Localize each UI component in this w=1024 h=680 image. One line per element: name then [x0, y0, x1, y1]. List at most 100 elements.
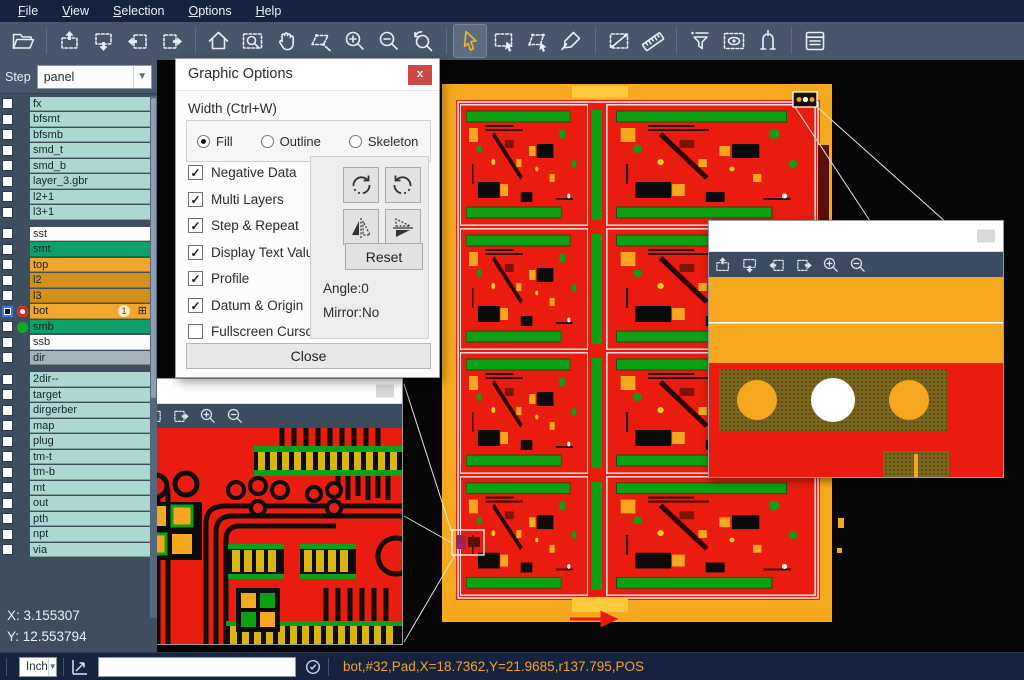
layer-checkbox[interactable]: [2, 321, 13, 332]
layer-checkbox[interactable]: [2, 405, 13, 416]
layer-name[interactable]: ssb: [30, 335, 150, 350]
layer-checkbox[interactable]: [2, 129, 13, 140]
layer-name[interactable]: smd_t: [30, 143, 150, 158]
layer-name[interactable]: l3+1: [30, 205, 150, 220]
layer-row-pth[interactable]: pth: [0, 511, 150, 527]
layer-name[interactable]: tm-t: [30, 450, 150, 465]
pan-right-icon[interactable]: [794, 255, 814, 275]
layer-name[interactable]: bot1⊞: [30, 304, 150, 319]
zoom-window-top-right[interactable]: [708, 220, 1004, 478]
layer-checkbox[interactable]: [2, 191, 13, 202]
layer-name[interactable]: l2: [30, 273, 150, 288]
layer-name[interactable]: l2+1: [30, 190, 150, 205]
layer-row-layer_3.gbr[interactable]: layer_3.gbr: [0, 174, 150, 190]
checkbox-box[interactable]: ✓: [188, 245, 203, 260]
layer-checkbox[interactable]: [2, 389, 13, 400]
step-select[interactable]: panel ▼: [37, 65, 152, 89]
layer-checkbox[interactable]: [2, 160, 13, 171]
pan-down-icon[interactable]: [88, 25, 120, 57]
zoom-object-icon[interactable]: [305, 25, 337, 57]
pan-hand-icon[interactable]: [271, 25, 303, 57]
layer-name[interactable]: bfsmt: [30, 112, 150, 127]
checkbox-display-text-value[interactable]: ✓Display Text Value: [188, 245, 321, 260]
layer-row-sst[interactable]: sst: [0, 226, 150, 242]
layer-name[interactable]: plug: [30, 434, 150, 449]
layer-checkbox[interactable]: [2, 498, 13, 509]
unit-select[interactable]: Inch ▼: [19, 657, 57, 677]
mirror-horizontal-button[interactable]: [343, 209, 379, 245]
checkbox-box[interactable]: ✓: [188, 271, 203, 286]
layer-name[interactable]: dir: [30, 351, 150, 366]
highlight-view-icon[interactable]: [718, 25, 750, 57]
zoom-window-titlebar[interactable]: [709, 221, 1003, 252]
ruler-icon[interactable]: [637, 25, 669, 57]
zoom-window-icon[interactable]: [237, 25, 269, 57]
layer-name[interactable]: bfsmb: [30, 128, 150, 143]
layer-row-2dir--[interactable]: 2dir--: [0, 372, 150, 388]
pan-up-icon[interactable]: [713, 255, 733, 275]
layer-name[interactable]: 2dir--: [30, 372, 150, 387]
zoom-previous-icon[interactable]: [407, 25, 439, 57]
layer-name[interactable]: out: [30, 496, 150, 511]
close-button[interactable]: Close: [186, 343, 431, 369]
layer-name[interactable]: smb: [30, 320, 150, 335]
zoom-out-icon[interactable]: [848, 255, 868, 275]
rotate-cw-button[interactable]: [343, 167, 379, 203]
layer-checkbox[interactable]: [2, 275, 13, 286]
layer-checkbox[interactable]: [2, 114, 13, 125]
layer-name[interactable]: l3: [30, 289, 150, 304]
layer-checkbox[interactable]: [2, 482, 13, 493]
layer-checkbox[interactable]: [2, 529, 13, 540]
apply-icon[interactable]: [304, 658, 322, 676]
layer-name[interactable]: tm-b: [30, 465, 150, 480]
zoom-in-icon[interactable]: [821, 255, 841, 275]
layer-checkbox[interactable]: [2, 145, 13, 156]
pan-up-icon[interactable]: [54, 25, 86, 57]
layer-name[interactable]: layer_3.gbr: [30, 174, 150, 189]
layer-row-dir[interactable]: dir: [0, 350, 150, 366]
layer-row-npt[interactable]: npt: [0, 527, 150, 543]
layer-checkbox[interactable]: [2, 337, 13, 348]
layer-row-plug[interactable]: plug: [0, 434, 150, 450]
layer-row-smd_b[interactable]: smd_b: [0, 158, 150, 174]
pan-right-icon[interactable]: [171, 406, 191, 426]
layer-name[interactable]: npt: [30, 527, 150, 542]
pan-left-icon[interactable]: [767, 255, 787, 275]
layer-row-tm-b[interactable]: tm-b: [0, 465, 150, 481]
zoom-in-icon[interactable]: [339, 25, 371, 57]
command-input[interactable]: [98, 657, 296, 677]
radio-circle[interactable]: [197, 135, 210, 148]
layer-row-smd_t[interactable]: smd_t: [0, 143, 150, 159]
layer-checkbox[interactable]: [2, 228, 13, 239]
layer-row-l2[interactable]: l2: [0, 273, 150, 289]
layer-name[interactable]: via: [30, 543, 150, 558]
pan-down-icon[interactable]: [740, 255, 760, 275]
window-button[interactable]: [977, 230, 995, 243]
reset-button[interactable]: Reset: [345, 243, 423, 270]
rotate-ccw-button[interactable]: [385, 167, 421, 203]
brush-icon[interactable]: [556, 25, 588, 57]
layer-checkbox[interactable]: [2, 436, 13, 447]
select-polygon-icon[interactable]: [522, 25, 554, 57]
layer-row-ssb[interactable]: ssb: [0, 335, 150, 351]
radio-circle[interactable]: [261, 135, 274, 148]
layer-checkbox[interactable]: [2, 207, 13, 218]
layer-row-via[interactable]: via: [0, 542, 150, 558]
layer-checkbox[interactable]: [2, 420, 13, 431]
checkbox-box[interactable]: ✓: [188, 218, 203, 233]
layer-row-bfsmt[interactable]: bfsmt: [0, 112, 150, 128]
layer-checkbox[interactable]: [2, 176, 13, 187]
layer-checkbox[interactable]: [2, 306, 13, 317]
home-icon[interactable]: [203, 25, 235, 57]
layer-name[interactable]: dirgerber: [30, 403, 150, 418]
layer-row-tm-t[interactable]: tm-t: [0, 449, 150, 465]
report-icon[interactable]: [799, 25, 831, 57]
layer-checkbox[interactable]: [2, 544, 13, 555]
layer-row-l2+1[interactable]: l2+1: [0, 189, 150, 205]
menu-help[interactable]: Help: [246, 2, 292, 20]
checkbox-step-repeat[interactable]: ✓Step & Repeat: [188, 218, 299, 233]
checkbox-fullscreen-cursor[interactable]: Fullscreen Cursor: [188, 324, 318, 339]
layer-checkbox[interactable]: [2, 352, 13, 363]
close-icon[interactable]: x: [408, 65, 432, 85]
layer-row-bfsmb[interactable]: bfsmb: [0, 127, 150, 143]
